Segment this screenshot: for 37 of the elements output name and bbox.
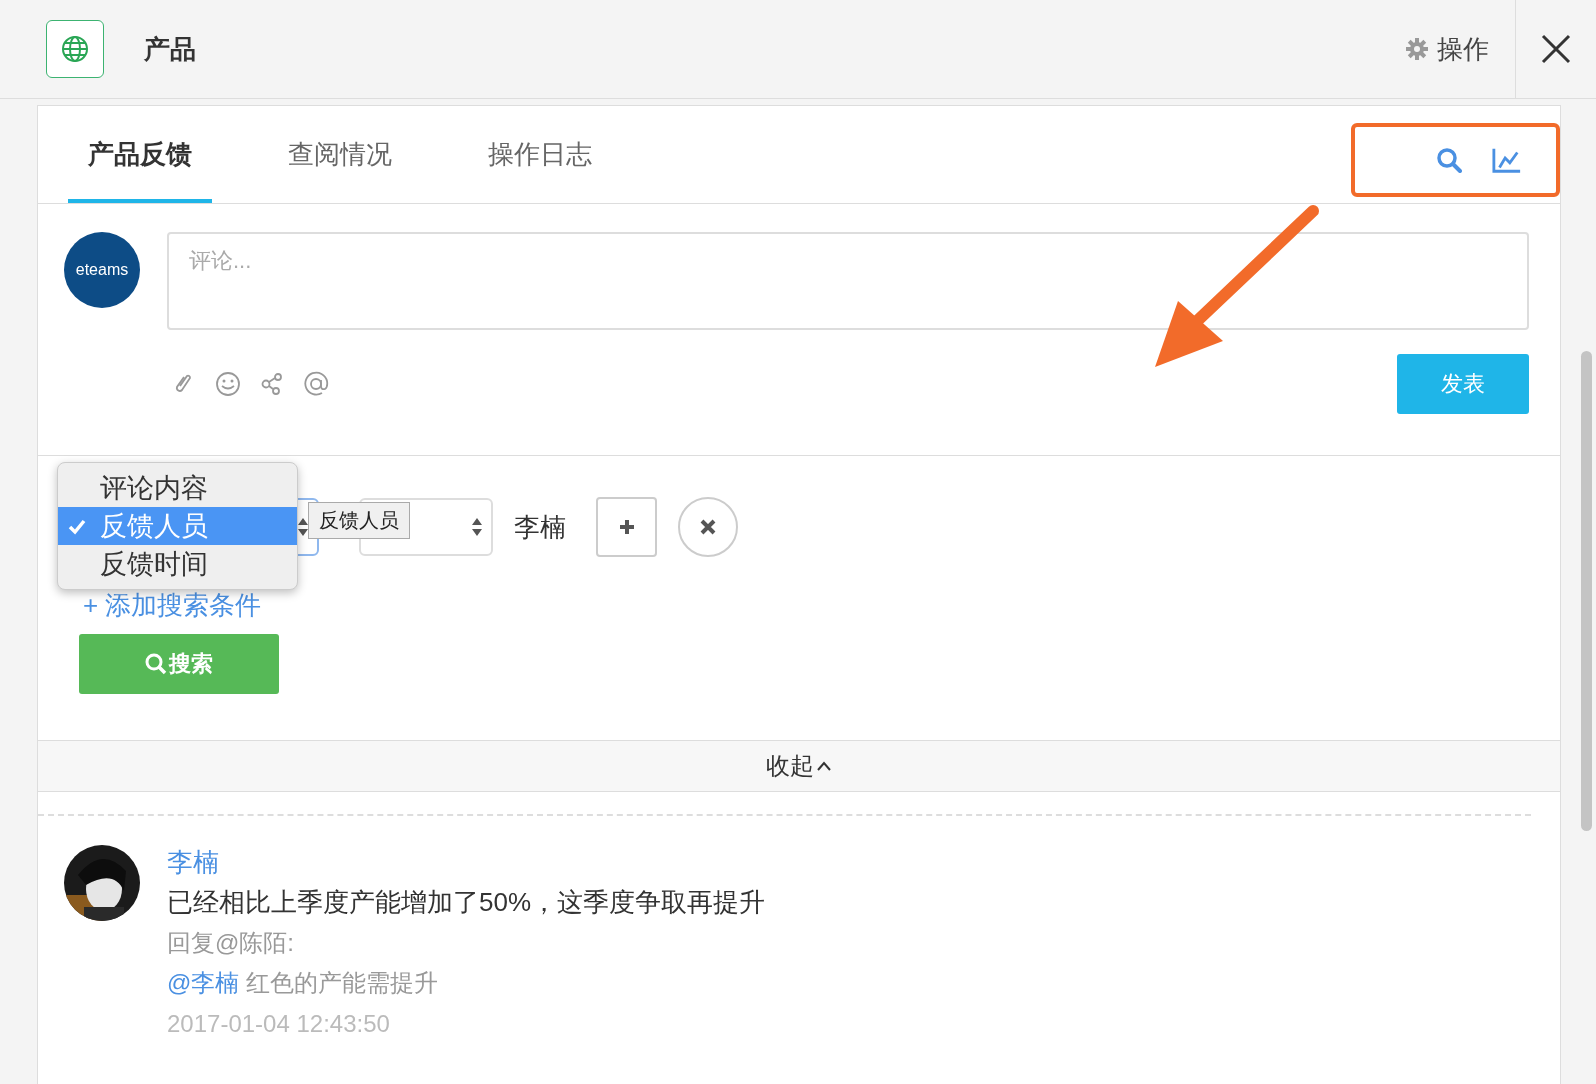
- menu-item[interactable]: 评论内容: [58, 469, 297, 507]
- search-icon: [145, 653, 167, 675]
- check-icon: [68, 518, 86, 535]
- line-chart-icon[interactable]: [1492, 146, 1522, 174]
- actions-button[interactable]: 操作: [1405, 31, 1489, 67]
- close-icon: [699, 518, 717, 536]
- menu-item[interactable]: 反馈人员: [58, 507, 297, 545]
- smiley-icon[interactable]: [215, 371, 241, 397]
- share-icon[interactable]: [261, 372, 283, 396]
- scrollbar[interactable]: [1581, 351, 1592, 831]
- avatar: eteams: [64, 232, 140, 308]
- mention-link[interactable]: @李楠: [167, 969, 240, 996]
- condition-value: 李楠: [514, 510, 566, 544]
- sort-arrows-icon: [297, 517, 309, 537]
- add-condition-link[interactable]: + 添加搜索条件: [83, 590, 262, 620]
- tab[interactable]: 操作日志: [468, 106, 612, 203]
- menu-item[interactable]: 反馈时间: [58, 545, 297, 583]
- page-title: 产品: [144, 32, 196, 66]
- author-name[interactable]: 李楠: [167, 845, 1560, 879]
- timestamp: 2017-01-04 12:43:50: [167, 1009, 391, 1039]
- reply-label: 回复@陈陌:: [167, 928, 296, 958]
- close-icon[interactable]: [1541, 34, 1571, 64]
- caret-up-icon: [816, 760, 832, 772]
- quoted-text: 红色的产能需提升: [246, 969, 439, 996]
- remove-button[interactable]: [678, 497, 738, 557]
- tab[interactable]: 查阅情况: [268, 106, 412, 203]
- comment-text: 已经相比上季度产能增加了50%，这季度争取再提升: [167, 886, 767, 919]
- tab[interactable]: 产品反馈: [68, 106, 212, 203]
- sort-arrows-icon: [471, 517, 483, 537]
- globe-icon: [61, 35, 89, 63]
- comment-field[interactable]: 评论...: [167, 232, 1529, 330]
- at-sign-icon[interactable]: [303, 371, 329, 397]
- collapse-button[interactable]: 收起: [766, 750, 832, 782]
- search-icon[interactable]: [1436, 147, 1462, 173]
- tooltip: 反馈人员: [308, 502, 410, 539]
- plus-icon: [617, 518, 636, 536]
- add-button[interactable]: [596, 497, 657, 557]
